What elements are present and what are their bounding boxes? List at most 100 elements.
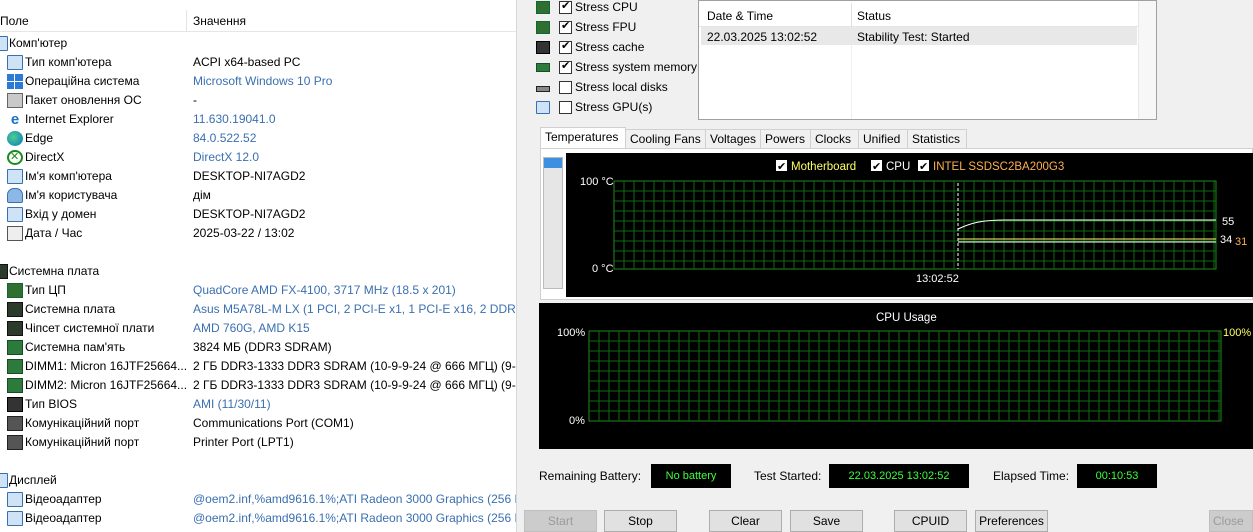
stress-gpu-checkbox[interactable] <box>559 101 572 114</box>
field-value-link[interactable]: @oem2.inf,%amd9616.1%;ATI Radeon 3000 Gr… <box>193 492 516 506</box>
stress-cpu-checkbox[interactable] <box>559 0 572 14</box>
column-header-datetime[interactable]: Date & Time <box>707 9 773 23</box>
field-label: DIMM2: Micron 16JTF25664... <box>25 378 188 392</box>
computer-icon <box>7 169 23 184</box>
field-label: Пакет оновлення ОС <box>25 93 142 107</box>
field-label: Тип ЦП <box>25 283 66 297</box>
stress-option-gpu[interactable]: Stress GPU(s) <box>524 98 699 118</box>
stress-fpu-checkbox[interactable] <box>559 19 572 34</box>
table-row[interactable]: Комунікаційний порт Printer Port (LPT1) <box>0 433 516 452</box>
section-display[interactable]: Дисплей <box>0 471 516 490</box>
table-row[interactable]: e Internet Explorer 11.630.19041.0 <box>0 110 516 129</box>
field-value-link[interactable]: AMD 760G, AMD K15 <box>193 321 310 335</box>
column-header-value[interactable]: Значення <box>193 14 246 28</box>
clear-button[interactable]: Clear <box>709 510 782 532</box>
field-label: Дата / Час <box>25 226 83 240</box>
table-row[interactable]: DirectX DirectX 12.0 <box>0 148 516 167</box>
table-row[interactable]: Пакет оновлення ОС - <box>0 91 516 110</box>
field-value-link[interactable]: QuadCore AMD FX-4100, 3717 MHz (18.5 x 2… <box>193 283 456 297</box>
log-row[interactable]: 22.03.2025 13:02:52 Stability Test: Star… <box>701 27 1137 45</box>
column-separator[interactable] <box>851 3 852 27</box>
start-button[interactable]: Start <box>524 510 597 532</box>
test-started-label: Test Started: <box>754 469 822 483</box>
stress-memory-checkbox[interactable] <box>559 59 572 74</box>
pane-splitter[interactable] <box>516 0 524 532</box>
close-button[interactable]: Close <box>1209 510 1253 532</box>
field-value-link[interactable]: Asus M5A78L-M LX (1 PCI, 2 PCI-E x1, 1 P… <box>193 302 516 316</box>
field-value-link[interactable]: @oem2.inf,%amd9616.1%;ATI Radeon 3000 Gr… <box>193 511 516 525</box>
column-separator[interactable] <box>186 10 187 32</box>
table-row[interactable]: Вхід у домен DESKTOP-NI7AGD2 <box>0 205 516 224</box>
disk-icon <box>536 86 550 92</box>
table-row[interactable]: Чіпсет системної плати AMD 760G, AMD K15 <box>0 319 516 338</box>
table-row[interactable]: Системна пам'ять 3824 МБ (DDR3 SDRAM) <box>0 338 516 357</box>
tab-temperatures[interactable]: Temperatures <box>540 127 626 149</box>
table-row[interactable]: Edge 84.0.522.52 <box>0 129 516 148</box>
tab-voltages[interactable]: Voltages <box>705 129 761 149</box>
directx-icon <box>7 150 23 165</box>
stress-option-disks[interactable]: Stress local disks <box>524 78 699 98</box>
table-row[interactable]: Ім'я комп'ютера DESKTOP-NI7AGD2 <box>0 167 516 186</box>
table-row[interactable]: Операційна система Microsoft Windows 10 … <box>0 72 516 91</box>
table-row[interactable]: Системна плата Asus M5A78L-M LX (1 PCI, … <box>0 300 516 319</box>
test-started-value: 22.03.2025 13:02:52 <box>829 464 969 488</box>
table-row[interactable]: Ім'я користувача дім <box>0 186 516 205</box>
table-row[interactable]: Тип ЦП QuadCore AMD FX-4100, 3717 MHz (1… <box>0 281 516 300</box>
field-value-link[interactable]: DirectX 12.0 <box>193 150 259 164</box>
status-log-table[interactable]: Date & Time Status 22.03.2025 13:02:52 S… <box>698 0 1157 120</box>
y-axis-top-label: 100% <box>557 327 585 339</box>
field-label: Відеоадаптер <box>25 511 102 525</box>
log-scrollbar[interactable] <box>1138 1 1156 119</box>
stress-label: Stress GPU(s) <box>575 100 653 114</box>
stress-option-cache[interactable]: Stress cache <box>524 38 699 58</box>
legend-motherboard[interactable]: ✔ Motherboard <box>776 160 856 173</box>
port-icon <box>7 435 23 450</box>
field-label: DirectX <box>25 150 65 164</box>
computer-icon <box>7 55 23 70</box>
field-value-link[interactable]: Microsoft Windows 10 Pro <box>193 74 332 88</box>
legend-label-disk: INTEL SSDSC2BA200G3 <box>933 161 1064 173</box>
column-header-status[interactable]: Status <box>857 9 891 23</box>
stress-label: Stress local disks <box>575 80 668 94</box>
table-row[interactable]: Тип комп'ютера ACPI x64-based PC <box>0 53 516 72</box>
sensor-scrollbar[interactable] <box>543 157 563 289</box>
table-row[interactable]: Відеоадаптер @oem2.inf,%amd9616.1%;ATI R… <box>0 490 516 509</box>
field-label: Комунікаційний порт <box>25 435 140 449</box>
tab-clocks[interactable]: Clocks <box>810 129 859 149</box>
save-button[interactable]: Save <box>790 510 863 532</box>
section-computer[interactable]: Комп'ютер <box>0 34 516 53</box>
table-row[interactable]: DIMM2: Micron 16JTF25664... 2 ГБ DDR3-13… <box>0 376 516 395</box>
stress-option-fpu[interactable]: Stress FPU <box>524 18 699 38</box>
stress-cache-checkbox[interactable] <box>559 39 572 54</box>
temperature-graph: ✔ Motherboard ✔ CPU ✔ INTEL SSDSC2BA200G… <box>566 153 1253 297</box>
field-label: Відеоадаптер <box>25 492 102 506</box>
stress-option-cpu[interactable]: Stress CPU <box>524 0 699 18</box>
tab-powers[interactable]: Powers <box>760 129 811 149</box>
tab-statistics[interactable]: Statistics <box>907 129 967 149</box>
field-label: Тип BIOS <box>25 397 78 411</box>
cpuid-button[interactable]: CPUID <box>894 510 967 532</box>
field-value: ACPI x64-based PC <box>193 55 301 69</box>
field-value: Printer Port (LPT1) <box>193 435 294 449</box>
preferences-button[interactable]: Preferences <box>975 510 1048 532</box>
field-value-link[interactable]: 84.0.522.52 <box>193 131 256 145</box>
tab-unified[interactable]: Unified <box>858 129 908 149</box>
table-row[interactable]: Тип BIOS AMI (11/30/11) <box>0 395 516 414</box>
table-row[interactable]: DIMM1: Micron 16JTF25664... 2 ГБ DDR3-13… <box>0 357 516 376</box>
field-value-link[interactable]: AMI (11/30/11) <box>193 397 271 411</box>
column-header-field[interactable]: Поле <box>0 14 29 28</box>
table-row[interactable]: Відеоадаптер @oem2.inf,%amd9616.1%;ATI R… <box>0 509 516 528</box>
section-motherboard[interactable]: Системна плата <box>0 262 516 281</box>
table-row[interactable]: Комунікаційний порт Communications Port … <box>0 414 516 433</box>
legend-cpu[interactable]: ✔ CPU <box>871 160 910 173</box>
stress-option-memory[interactable]: Stress system memory <box>524 58 699 78</box>
field-value-link[interactable]: 11.630.19041.0 <box>193 112 276 126</box>
stress-disks-checkbox[interactable] <box>559 81 572 94</box>
scrollbar-thumb[interactable] <box>544 158 562 168</box>
tab-cooling-fans[interactable]: Cooling Fans <box>625 129 706 149</box>
computer-icon <box>0 36 8 51</box>
legend-disk[interactable]: ✔ INTEL SSDSC2BA200G3 <box>918 160 1064 173</box>
table-row[interactable]: Дата / Час 2025-03-22 / 13:02 <box>0 224 516 243</box>
stop-button[interactable]: Stop <box>604 510 677 532</box>
field-label: Ім'я користувача <box>25 188 118 202</box>
